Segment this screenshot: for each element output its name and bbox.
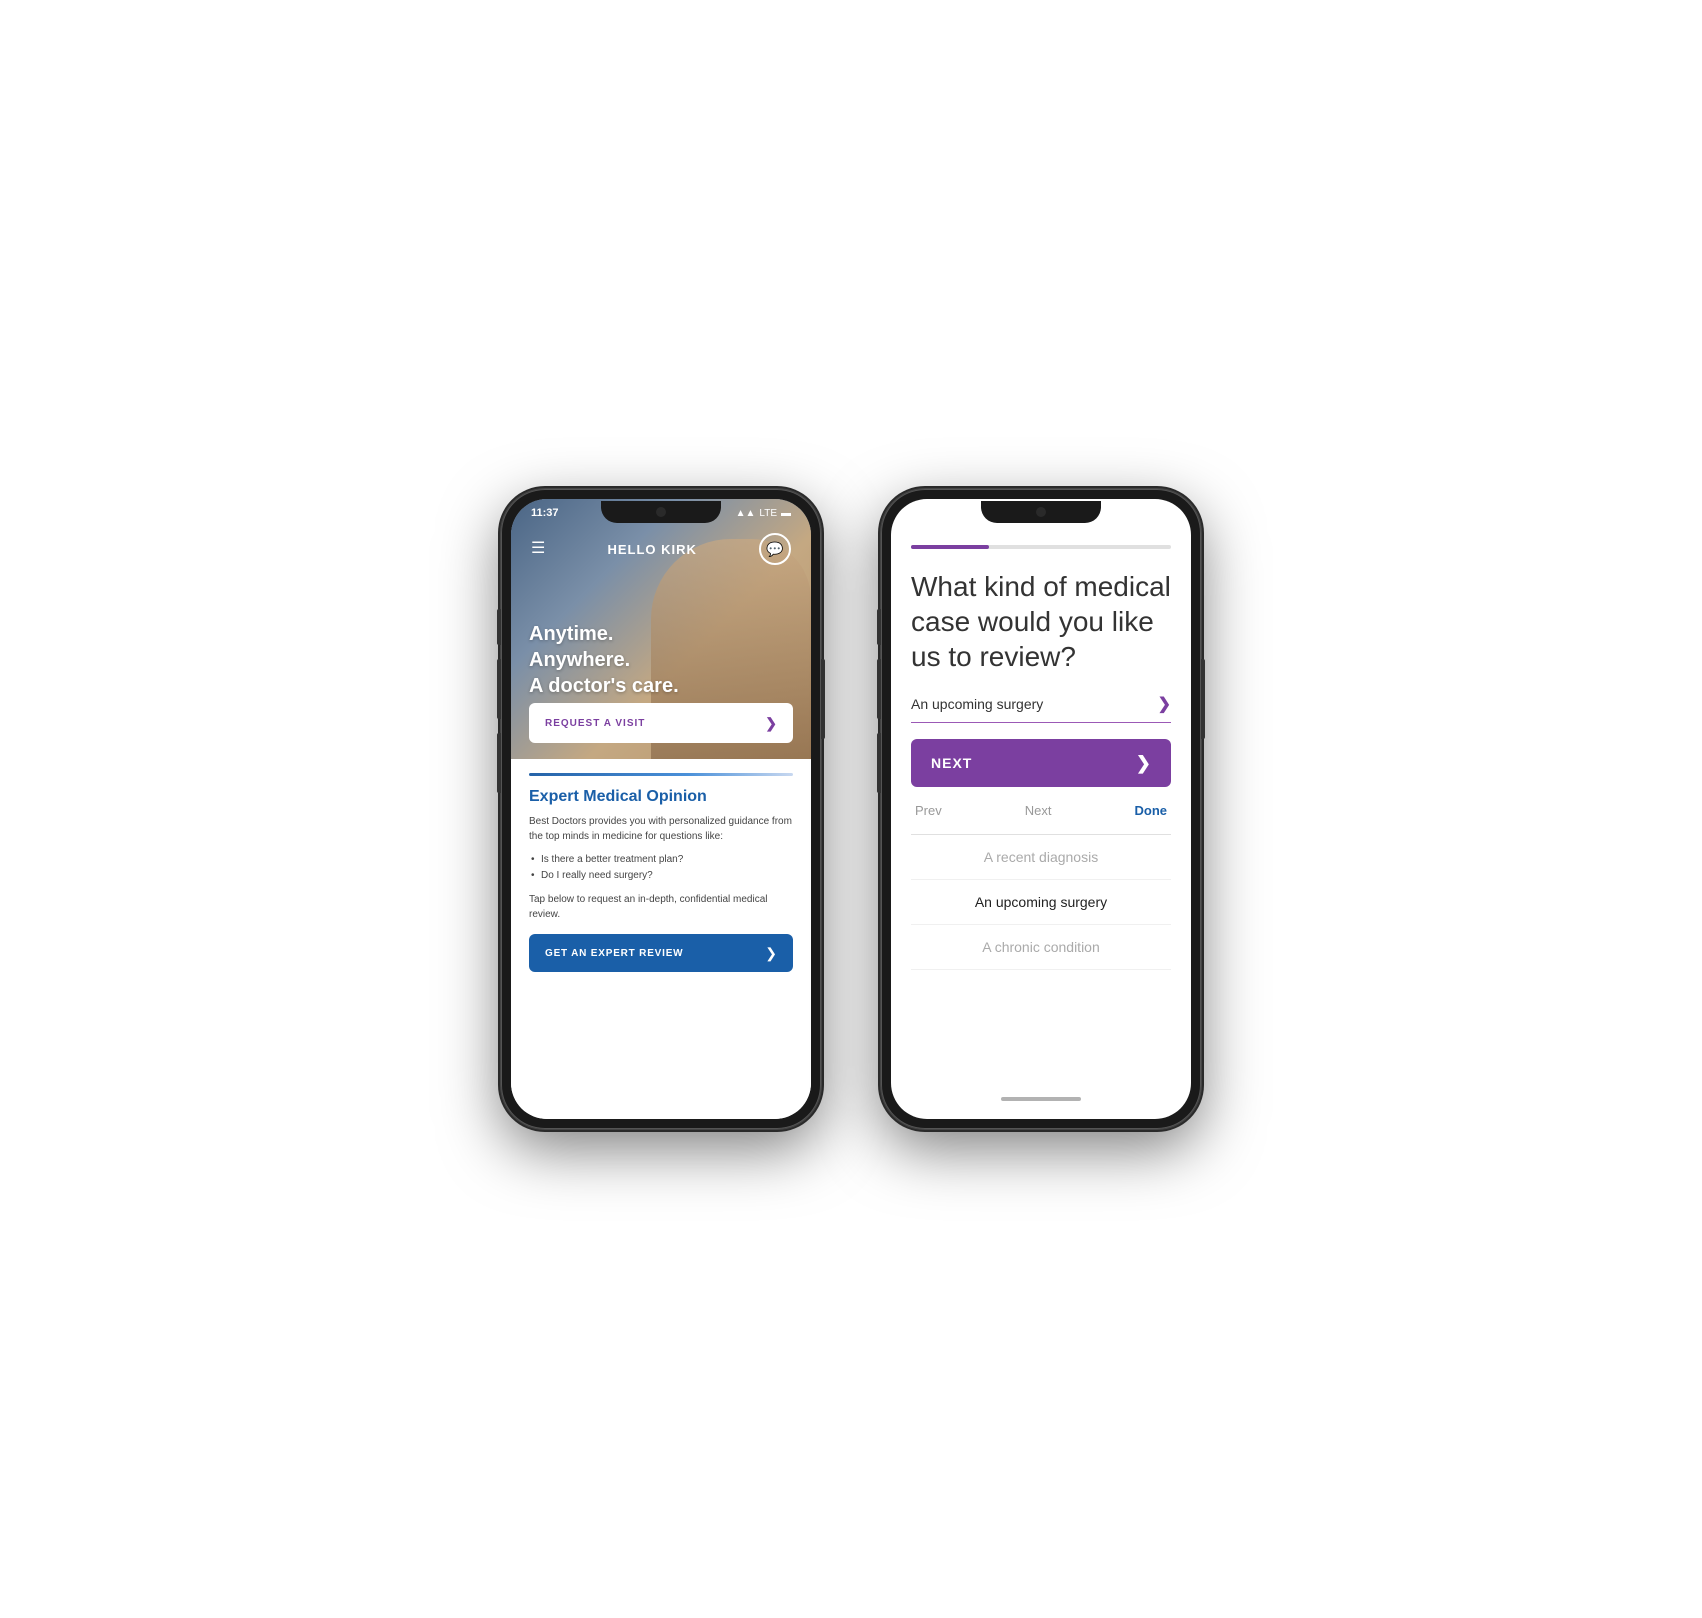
status-time: 11:37	[531, 507, 559, 519]
mute-button	[497, 609, 501, 645]
done-link[interactable]: Done	[1135, 803, 1168, 818]
get-expert-review-button[interactable]: GET AN EXPERT REVIEW ❯	[529, 934, 793, 972]
next-link[interactable]: Next	[1025, 803, 1052, 818]
signal-icon: ▲▲	[736, 508, 756, 519]
home-indicator	[621, 1097, 701, 1101]
phone-1-screen: 11:37 ▲▲ LTE ▬ ☰ HELLO KIRK 💬	[511, 499, 811, 1119]
list-item: Do I really need surgery?	[529, 868, 793, 884]
next-button[interactable]: NEXT ❯	[911, 739, 1171, 787]
progress-bar-container	[911, 545, 1171, 549]
phone-2-screen: What kind of medical case would you like…	[891, 499, 1191, 1119]
app-title: HELLO KIRK	[607, 542, 696, 557]
dropdown-option-recent-diagnosis[interactable]: A recent diagnosis	[911, 835, 1171, 880]
bullet-list: Is there a better treatment plan? Do I r…	[529, 852, 793, 884]
dropdown-selected-value: An upcoming surgery	[911, 696, 1043, 712]
expert-review-arrow: ❯	[765, 945, 777, 962]
volume-up-button	[877, 659, 881, 719]
power-button	[1201, 659, 1205, 739]
question-title: What kind of medical case would you like…	[911, 569, 1171, 674]
bottom-navigation: Prev Next Done	[911, 795, 1171, 826]
dropdown-options-list: A recent diagnosis An upcoming surgery A…	[911, 835, 1171, 1103]
status-bar: 11:37 ▲▲ LTE ▬	[511, 499, 811, 527]
dropdown-option-chronic-condition[interactable]: A chronic condition	[911, 925, 1171, 970]
list-item: Is there a better treatment plan?	[529, 852, 793, 868]
phone2-main-content: What kind of medical case would you like…	[891, 529, 1191, 1119]
request-visit-label: REQUEST A VISIT	[545, 718, 645, 729]
hero-tagline: Anytime. Anywhere. A doctor's care.	[529, 621, 679, 699]
dropdown-option-upcoming-surgery[interactable]: An upcoming surgery	[911, 880, 1171, 925]
request-visit-arrow: ❯	[765, 715, 777, 732]
dropdown-chevron-icon: ❯	[1158, 694, 1171, 714]
volume-down-button	[497, 733, 501, 793]
content-section: Expert Medical Opinion Best Doctors prov…	[511, 759, 811, 1119]
chat-icon-button[interactable]: 💬	[759, 533, 791, 565]
accent-bar	[529, 773, 793, 776]
chat-icon: 💬	[766, 541, 783, 558]
status-icons: ▲▲ LTE ▬	[736, 508, 791, 519]
home-indicator-2	[1001, 1097, 1081, 1101]
mute-button	[877, 609, 881, 645]
power-button	[821, 659, 825, 739]
expert-review-label: GET AN EXPERT REVIEW	[545, 948, 683, 959]
top-nav: ☰ HELLO KIRK 💬	[511, 527, 811, 571]
menu-icon[interactable]: ☰	[531, 541, 545, 557]
section-title: Expert Medical Opinion	[529, 788, 793, 806]
prev-link[interactable]: Prev	[915, 803, 942, 818]
phone-2: What kind of medical case would you like…	[881, 489, 1201, 1129]
case-type-dropdown[interactable]: An upcoming surgery ❯	[911, 694, 1171, 723]
next-button-arrow: ❯	[1136, 753, 1151, 774]
phone-1: 11:37 ▲▲ LTE ▬ ☰ HELLO KIRK 💬	[501, 489, 821, 1129]
request-visit-button[interactable]: REQUEST A VISIT ❯	[529, 703, 793, 743]
section-description: Best Doctors provides you with personali…	[529, 814, 793, 844]
lte-label: LTE	[759, 508, 777, 519]
status-bar-2	[891, 499, 1191, 529]
phones-container: 11:37 ▲▲ LTE ▬ ☰ HELLO KIRK 💬	[501, 489, 1201, 1129]
tap-text: Tap below to request an in-depth, confid…	[529, 892, 793, 922]
volume-up-button	[497, 659, 501, 719]
battery-icon: ▬	[781, 508, 791, 519]
next-button-label: NEXT	[931, 755, 972, 771]
progress-bar-fill	[911, 545, 989, 549]
volume-down-button	[877, 733, 881, 793]
hero-section: 11:37 ▲▲ LTE ▬ ☰ HELLO KIRK 💬	[511, 499, 811, 759]
